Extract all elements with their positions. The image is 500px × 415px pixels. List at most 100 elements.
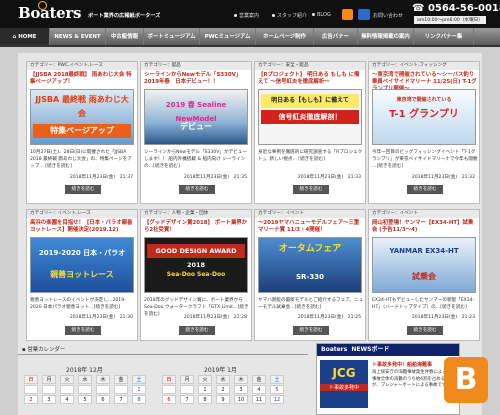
card-date: 2018年11月23日(金) 21:33 — [297, 175, 361, 180]
bullet-icon — [234, 14, 237, 17]
card-image-label: JJSBA 最終戦 雨あわじ大会 — [35, 95, 129, 118]
header-link-label: スタッフ紹介 — [277, 13, 308, 19]
card-image[interactable]: JJSBA 最終戦 雨あわじ大会 特集ページアップ — [30, 89, 134, 145]
read-more-button[interactable]: 続きを読む — [407, 185, 443, 194]
card-category: カテゴリー：艇品 — [141, 62, 251, 70]
card-date: 2018年11月23日(金) 21:30 — [69, 315, 133, 320]
calendar-day: 4 — [60, 395, 74, 404]
header-link-business[interactable]: 営業案内 — [234, 12, 259, 19]
card-image-label: YANMAR EX34-HT — [389, 247, 459, 255]
site-logo[interactable]: Boaters — [18, 1, 88, 24]
news-board[interactable]: Boaters NEWSボード JCG ト事故多発中 ト事故多発中！船舶海難事 … — [316, 343, 460, 415]
card-title[interactable]: 【Rプロジェクト】 明日ある もしも に備えて 〜信号紅炎を徹底解析〜 — [258, 72, 364, 86]
card-category: カテゴリー：安全・艇品 — [255, 62, 365, 70]
calendar-weekday: 火 — [60, 375, 74, 384]
nav-news-event[interactable]: NEWS & EVENT — [50, 28, 106, 45]
calendar-day — [180, 385, 194, 394]
article-card[interactable]: カテゴリー：PWC,イベント,レース 【JJSBA 2018最終戦】 雨あわじ大… — [26, 61, 138, 204]
calendar-month-label: 2018年 12月 — [66, 367, 103, 374]
nav-free-info[interactable]: 無料情報掲載の案内 — [358, 28, 414, 45]
nav-label: HOME — [18, 33, 37, 40]
card-title[interactable]: 高浜の楽園を目指せ！【日本・パラオ親善ヨットレース】開催決定(2019.12) — [30, 220, 136, 234]
article-card[interactable]: カテゴリー：人物・企業・団体 【グッドデザイン賞2018】 ボート業界から2社受… — [140, 209, 252, 341]
nav-pwc-museum[interactable]: PWCミュージアム — [200, 28, 256, 45]
news-title: NEWSボード — [351, 346, 390, 353]
logo-star-icon — [38, 1, 47, 10]
rss-icon[interactable] — [342, 9, 353, 20]
jcg-sublabel: ト事故多発中 — [320, 384, 368, 391]
nav-used-boats[interactable]: 中古艇情報 — [106, 28, 144, 45]
article-card[interactable]: カテゴリー：イベント 岡山初登場！ヤンマー【EX34-HT】試乗会 (予告11/… — [368, 209, 480, 341]
card-title[interactable]: 〜2019ヤマハニューモデルフェア〜三重マリーナ賞 11/3・4開催！ — [258, 220, 364, 234]
article-card[interactable]: カテゴリー：イベント 〜2019ヤマハニューモデルフェア〜三重マリーナ賞 11/… — [254, 209, 366, 341]
card-image[interactable]: YANMAR EX34-HT 試乗会 — [372, 237, 476, 293]
nav-ad-banner[interactable]: 広告バナー — [314, 28, 358, 45]
calendar-day — [78, 385, 92, 394]
card-title[interactable]: シーラインからNewモデル「S330V」2019年春 日本デビュー！！ — [144, 72, 250, 86]
main-nav: ⌂ HOME NEWS & EVENT 中古艇情報 ボートミュージアム PWCミ… — [0, 28, 500, 47]
card-image[interactable]: 東京湾で開催されている T-1 グランプリ — [372, 89, 476, 145]
calendar-day: 12 — [270, 395, 284, 404]
card-title[interactable]: 【グッドデザイン賞2018】 ボート業界から2社受賞！ — [144, 220, 250, 234]
contact-link[interactable]: お問い合わせ — [373, 12, 403, 19]
card-description: ヤマハ新艇の最新モデルとご紹介するフェア。ニューモデル試乗会…[続きを読む] — [258, 298, 364, 310]
card-category: カテゴリー：イベント,フィッシング — [369, 62, 479, 70]
read-more-button[interactable]: 続きを読む — [65, 326, 101, 335]
phone-text: 0564-56-0018 — [427, 3, 500, 14]
card-image[interactable]: GOOD DESIGN AWARD 2018 Sea-Doo Sea-Doo — [144, 237, 248, 293]
article-card[interactable]: カテゴリー：イベント,レース 高浜の楽園を目指せ！【日本・パラオ親善ヨットレース… — [26, 209, 138, 341]
card-category: カテゴリー：イベント — [255, 210, 365, 218]
calendar-weekday: 水 — [216, 375, 230, 384]
b-badge-icon[interactable]: B — [444, 357, 488, 403]
calendar-day: 7 — [114, 395, 128, 404]
card-title[interactable]: 岡山初登場！ヤンマー【EX34-HT】試乗会 (予告11/3〜4) — [372, 220, 478, 234]
card-date: 2018年11月23日(金) 21:28 — [183, 315, 247, 320]
news-board-header: Boaters NEWSボード — [317, 344, 459, 356]
article-card[interactable]: カテゴリー：イベント,フィッシング 〜東京湾で開催されている〜シーバス釣り 乗員… — [368, 61, 480, 204]
read-more-button[interactable]: 続きを読む — [179, 326, 215, 335]
read-more-button[interactable]: 続きを読む — [407, 326, 443, 335]
page: Boaters ボート業界の広報紙ボーターズ 営業案内 スタッフ紹介 BLOG … — [0, 0, 500, 415]
card-title[interactable]: 【JJSBA 2018最終戦】 雨あわじ大会 特集ページアップ！ — [30, 72, 136, 86]
card-description: 10月27日(土)、28日(日)に開催された「JJSBA 2018 最終戦 雨あ… — [30, 150, 132, 169]
calendar-weekday: 金 — [114, 375, 128, 384]
jcg-image[interactable]: JCG ト事故多発中 — [320, 360, 368, 408]
card-image[interactable]: 2019 春 Sealine NewModel デビュー — [144, 89, 248, 145]
article-card[interactable]: カテゴリー：艇品 シーラインからNewモデル「S330V」2019年春 日本デビ… — [140, 61, 252, 204]
calendar-day — [114, 385, 128, 394]
nav-link-banners[interactable]: リンクバナー集 — [414, 28, 474, 45]
nav-homepage[interactable]: ホームページ制作 — [256, 28, 314, 45]
read-more-button[interactable]: 続きを読む — [179, 185, 215, 194]
calendar-weekday: 月 — [42, 375, 56, 384]
card-image-sublabel: T-1 グランプリ — [389, 109, 459, 120]
header-link-blog[interactable]: BLOG — [312, 12, 331, 18]
calendar-day: 1 — [198, 385, 212, 394]
card-image[interactable]: 2019-2020 日本・パラオ 親善ヨットレース — [30, 237, 134, 293]
article-card[interactable]: カテゴリー：安全・艇品 【Rプロジェクト】 明日ある もしも に備えて 〜信号紅… — [254, 61, 366, 204]
card-image[interactable]: オータムフェア SR-330 — [258, 237, 362, 293]
card-description: シーラインからNewモデル「S330V」がデビュー します！！ 船内外機搭載 &… — [144, 150, 247, 169]
read-more-button[interactable]: 続きを読む — [65, 185, 101, 194]
read-more-button[interactable]: 続きを読む — [293, 326, 329, 335]
calendar-day: 5 — [270, 385, 284, 394]
header-link-label: 営業案内 — [239, 13, 260, 19]
calendar-day: 8 — [198, 395, 212, 404]
calendar-weekday: 火 — [198, 375, 212, 384]
card-image-sublabel: 試乗会 — [412, 272, 436, 281]
site-header: Boaters ボート業界の広報紙ボーターズ 営業案内 スタッフ紹介 BLOG … — [0, 0, 500, 28]
nav-home[interactable]: ⌂ HOME — [0, 28, 50, 45]
header-link-staff[interactable]: スタッフ紹介 — [272, 12, 307, 19]
calendar-day — [24, 385, 38, 394]
calendar-heading-text: 営業カレンダー — [27, 347, 66, 353]
nav-boat-museum[interactable]: ボートミュージアム — [144, 28, 200, 45]
calendar-day: 3 — [42, 395, 56, 404]
calendar-day — [60, 385, 74, 394]
logo-text: Boaters — [18, 4, 82, 22]
card-image-sublabel: デビュー — [180, 122, 212, 131]
card-category: カテゴリー：人物・企業・団体 — [141, 210, 251, 218]
header-link-label: BLOG — [317, 12, 331, 18]
mail-icon[interactable] — [358, 9, 370, 20]
read-more-button[interactable]: 続きを読む — [293, 185, 329, 194]
card-category: カテゴリー：PWC,イベント,レース — [27, 62, 137, 70]
card-image[interactable]: 明日ある【もしも】に備えて 信号紅炎徹底解剖！ — [258, 89, 362, 145]
